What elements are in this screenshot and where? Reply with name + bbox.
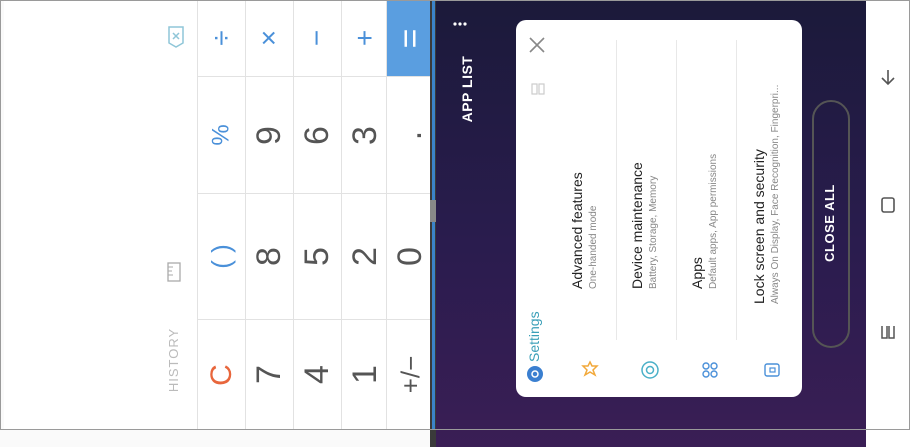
more-vert-icon[interactable]	[452, 16, 468, 26]
three-key[interactable]: 3	[341, 77, 389, 194]
settings-item-advanced-features[interactable]: Advanced features One-handed mode	[569, 109, 607, 289]
clear-key[interactable]: C	[197, 320, 245, 430]
item-divider	[676, 40, 677, 340]
decimal-key[interactable]: .	[386, 77, 434, 194]
backspace-icon[interactable]	[166, 25, 186, 49]
calculator-panel: HISTORY ÷ × − + = % 9 6 3 . ( ) 8 5 2 0	[4, 0, 434, 430]
device-maintenance-icon	[640, 360, 660, 380]
one-key[interactable]: 1	[341, 320, 389, 430]
history-label: HISTORY	[166, 327, 181, 393]
back-icon[interactable]	[880, 68, 896, 86]
equals-key[interactable]: =	[386, 0, 434, 77]
recents-icon[interactable]	[880, 322, 896, 342]
close-all-label: CLOSE ALL	[822, 184, 837, 262]
settings-app-card[interactable]: Settings Advanced features One-handed mo…	[516, 20, 802, 397]
divide-key[interactable]: ÷	[197, 0, 245, 77]
four-key[interactable]: 4	[293, 320, 341, 430]
settings-item-lock-screen-security[interactable]: Lock screen and security Always On Displ…	[751, 64, 789, 304]
app-name: Settings	[526, 311, 542, 362]
settings-gear-icon	[526, 365, 544, 383]
advanced-features-icon	[580, 360, 600, 380]
settings-item-device-maintenance[interactable]: Device maintenance Battery, Storage, Mem…	[629, 109, 667, 289]
percent-key[interactable]: %	[197, 77, 245, 194]
home-icon[interactable]	[880, 196, 896, 214]
history-button[interactable]: HISTORY	[165, 327, 185, 393]
ruler-icon[interactable]	[167, 262, 181, 282]
nine-key[interactable]: 9	[245, 77, 293, 194]
parentheses-key[interactable]: ( )	[197, 194, 245, 320]
apps-icon	[700, 360, 720, 380]
minus-key[interactable]: −	[293, 0, 341, 77]
two-key[interactable]: 2	[341, 194, 389, 320]
plus-minus-key[interactable]: +/−	[386, 320, 434, 430]
zero-key[interactable]: 0	[386, 194, 434, 320]
navigation-bar	[866, 0, 910, 447]
item-divider	[616, 40, 617, 340]
close-icon[interactable]	[528, 36, 546, 54]
plus-key[interactable]: +	[341, 0, 389, 77]
app-list-title[interactable]: APP LIST	[459, 49, 481, 129]
seven-key[interactable]: 7	[245, 320, 293, 430]
calculator-app: HISTORY ÷ × − + = % 9 6 3 . ( ) 8 5 2 0	[0, 0, 434, 447]
settings-item-apps[interactable]: Apps Default apps, App permissions	[689, 109, 727, 289]
six-key[interactable]: 6	[293, 77, 341, 194]
five-key[interactable]: 5	[293, 194, 341, 320]
lock-icon	[762, 360, 782, 380]
item-divider	[736, 40, 737, 340]
keypad: ÷ × − + = % 9 6 3 . ( ) 8 5 2 0 C 7 4 1 …	[197, 0, 434, 430]
split-view-icon[interactable]	[531, 82, 545, 95]
eight-key[interactable]: 8	[245, 194, 293, 320]
multiply-key[interactable]: ×	[245, 0, 293, 77]
